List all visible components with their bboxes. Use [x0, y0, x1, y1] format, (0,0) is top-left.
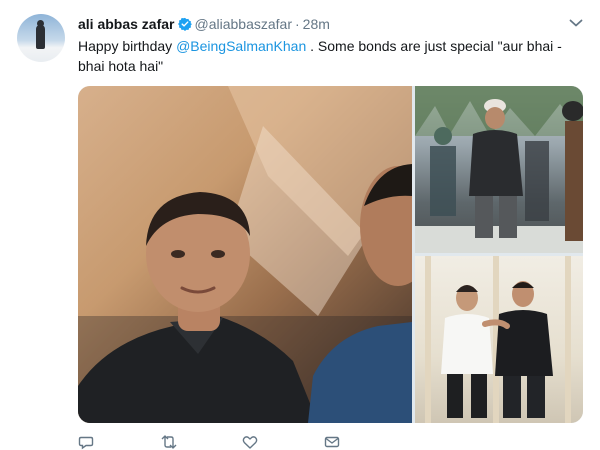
photo-bottom-right[interactable]: [415, 256, 583, 423]
avatar[interactable]: [17, 14, 65, 62]
tweet-card: ali abbas zafar @aliabbaszafar · 28m Hap…: [0, 0, 600, 450]
verified-badge-icon: [177, 17, 192, 31]
retweet-button[interactable]: [160, 434, 242, 450]
like-button[interactable]: [242, 434, 324, 450]
photo-top-right[interactable]: [415, 86, 583, 253]
retweet-icon: [161, 435, 177, 449]
tweet-text: Happy birthday @BeingSalmanKhan . Some b…: [78, 36, 583, 76]
media-grid: [78, 86, 583, 423]
photo-main-illustration: [78, 86, 412, 423]
message-icon: [324, 436, 340, 448]
mention-link[interactable]: @BeingSalmanKhan: [176, 38, 306, 54]
photo-top-right-illustration: [415, 86, 583, 253]
photo-main[interactable]: [78, 86, 412, 423]
timestamp[interactable]: 28m: [303, 16, 330, 32]
reply-icon: [78, 436, 94, 450]
display-name[interactable]: ali abbas zafar: [78, 16, 175, 32]
tweet-text-prefix: Happy birthday: [78, 38, 177, 54]
separator-dot: ·: [295, 16, 300, 32]
avatar-figure: [36, 25, 45, 49]
handle[interactable]: @aliabbaszafar: [195, 16, 293, 32]
photo-bottom-right-illustration: [425, 256, 571, 423]
like-icon: [242, 436, 258, 449]
message-button[interactable]: [324, 434, 406, 450]
tweet-actions: [78, 434, 406, 450]
chevron-down-icon[interactable]: [569, 18, 583, 28]
tweet-header: ali abbas zafar @aliabbaszafar · 28m: [78, 14, 330, 34]
reply-button[interactable]: [78, 434, 160, 450]
